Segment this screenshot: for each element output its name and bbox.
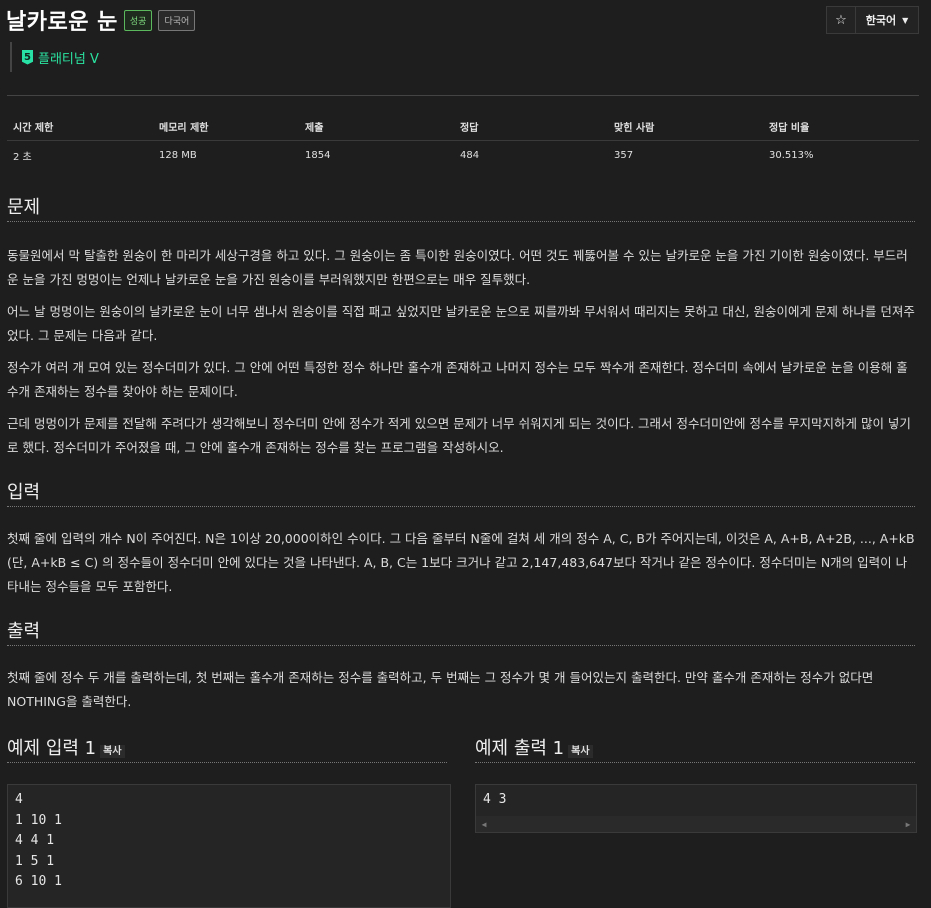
problem-title: 날카로운 눈	[6, 10, 118, 35]
caret-down-icon: ▼	[902, 15, 909, 25]
stats-header: 메모리 제한	[153, 112, 299, 141]
sample-input-title: 예제 입력 1 복사	[7, 734, 447, 763]
sample-input-label: 예제 입력 1	[7, 738, 97, 759]
sample-input-line: 1 10 1	[15, 812, 62, 828]
input-paragraph: 첫째 줄에 입력의 개수 N이 주어진다. N은 1이상 20,000이하인 수…	[7, 531, 915, 594]
problem-paragraph: 동물원에서 막 탈출한 원숭이 한 마리가 세상구경을 하고 있다. 그 원숭이…	[7, 248, 908, 287]
stats-value: 2 초	[13, 151, 32, 163]
copy-button[interactable]: 복사	[100, 744, 125, 758]
stats-value: 30.513%	[769, 149, 814, 161]
sample-input-line: 4	[15, 792, 23, 807]
problem-paragraph: 근데 멍멍이가 문제를 전달해 주려다가 생각해보니 정수더미 안에 정수가 적…	[7, 416, 911, 455]
scroll-right-icon[interactable]: ▶	[900, 820, 916, 829]
stats-header: 시간 제한	[7, 112, 153, 141]
scroll-left-icon[interactable]: ◀	[476, 820, 492, 829]
stats-value[interactable]: 357	[608, 141, 763, 170]
output-paragraph: 첫째 줄에 정수 두 개를 출력하는데, 첫 번째는 홀수개 존재하는 정수를 …	[7, 670, 874, 709]
sample-output-title: 예제 출력 1 복사	[475, 734, 915, 763]
tier-info[interactable]: 5 플래티넘 V	[10, 42, 99, 72]
multilang-badge[interactable]: 다국어	[158, 9, 196, 31]
success-badge[interactable]: 성공	[123, 9, 153, 31]
copy-button[interactable]: 복사	[568, 744, 593, 758]
language-label: 한국어	[865, 14, 897, 27]
stats-header: 정답 비율	[763, 112, 919, 141]
problem-paragraph: 어느 날 멍멍이는 원숭이의 날카로운 눈이 너무 샘나서 원숭이를 직접 패고…	[7, 304, 915, 343]
stats-table: 시간 제한 메모리 제한 제출 정답 맞힌 사람 정답 비율 2 초 128 M…	[7, 112, 919, 169]
stats-header: 맞힌 사람	[608, 112, 763, 141]
top-buttons: ☆ 한국어 ▼	[826, 6, 919, 34]
sample-output-label: 예제 출력 1	[475, 738, 565, 759]
stats-header: 제출	[299, 112, 454, 141]
input-section-title: 입력	[7, 478, 915, 507]
stats-value[interactable]: 1854	[299, 141, 454, 170]
stats-header-row: 시간 제한 메모리 제한 제출 정답 맞힌 사람 정답 비율	[7, 112, 919, 141]
tier-label: 플래티넘 V	[38, 51, 99, 67]
sample-input-line: 1 5 1	[15, 853, 55, 869]
tier-icon: 5	[22, 49, 33, 65]
horizontal-scrollbar[interactable]: ◀ ▶	[476, 816, 916, 832]
language-dropdown[interactable]: 한국어 ▼	[856, 6, 919, 34]
stats-header: 정답	[454, 112, 608, 141]
sample-output-line: 4 3	[483, 792, 507, 807]
stats-value-row: 2 초 128 MB 1854 484 357 30.513%	[7, 141, 919, 170]
sample-input-box[interactable]: 4 1 10 1 4 4 1 1 5 1 6 10 1	[7, 784, 451, 908]
title-row: 날카로운 눈 성공 다국어	[6, 3, 196, 37]
divider	[7, 95, 919, 96]
sample-input-line: 6 10 1	[15, 874, 62, 889]
stats-value: 484	[460, 149, 480, 161]
sample-input-line: 4 4 1	[15, 833, 55, 848]
problem-paragraph: 정수가 여러 개 모여 있는 정수더미가 있다. 그 안에 어떤 특정한 정수 …	[7, 360, 908, 399]
sample-output-box[interactable]: 4 3 ◀ ▶	[475, 784, 917, 833]
output-section-title: 출력	[7, 617, 915, 646]
problem-section-title: 문제	[7, 193, 915, 222]
stats-value: 128 MB	[159, 149, 197, 161]
star-icon[interactable]: ☆	[826, 6, 856, 34]
